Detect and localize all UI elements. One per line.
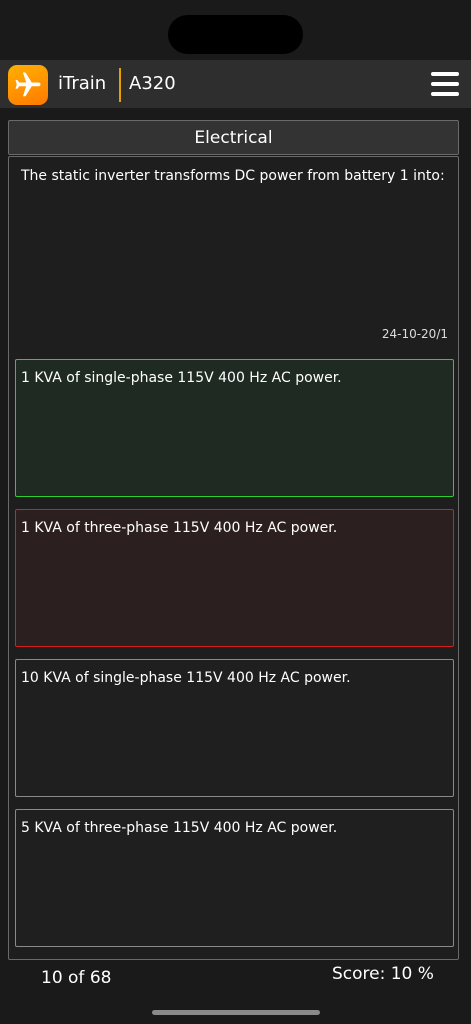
header-divider xyxy=(119,68,121,102)
question-reference: 24-10-20/1 xyxy=(381,327,448,341)
category-title: Electrical xyxy=(8,120,459,155)
status-bar xyxy=(0,0,471,60)
answer-option-3[interactable]: 10 KVA of single-phase 115V 400 Hz AC po… xyxy=(15,659,454,797)
app-screen: iTrain A320 Electrical The static invert… xyxy=(0,0,471,1024)
question-text: The static inverter transforms DC power … xyxy=(21,168,445,184)
app-header: iTrain A320 xyxy=(0,60,471,108)
dynamic-island xyxy=(168,15,303,54)
answer-option-1[interactable]: 1 KVA of single-phase 115V 400 Hz AC pow… xyxy=(15,359,454,497)
app-name: iTrain xyxy=(58,73,107,94)
question-progress: 10 of 68 xyxy=(41,968,112,988)
aircraft-type: A320 xyxy=(129,73,176,94)
score-label: Score: 10 % xyxy=(332,964,434,984)
answer-option-2[interactable]: 1 KVA of three-phase 115V 400 Hz AC powe… xyxy=(15,509,454,647)
airplane-icon[interactable] xyxy=(8,65,48,105)
hamburger-menu-icon[interactable] xyxy=(431,72,459,96)
menu-line xyxy=(431,92,459,96)
menu-line xyxy=(431,82,459,86)
answer-option-4[interactable]: 5 KVA of three-phase 115V 400 Hz AC powe… xyxy=(15,809,454,947)
airplane-icon-glyph xyxy=(15,72,41,97)
menu-line xyxy=(431,72,459,76)
question-panel: The static inverter transforms DC power … xyxy=(8,156,459,960)
home-indicator[interactable] xyxy=(152,1010,320,1015)
